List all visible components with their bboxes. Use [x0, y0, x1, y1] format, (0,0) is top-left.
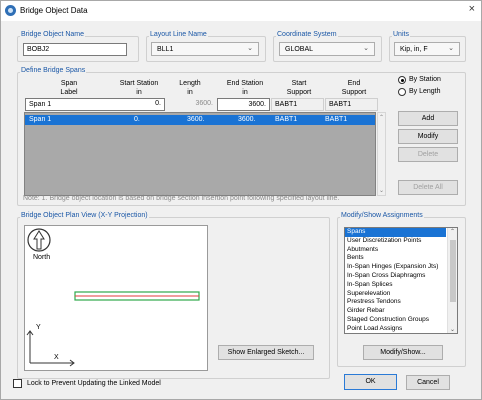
- chevron-down-icon: ⌄: [448, 45, 454, 52]
- list-item[interactable]: In-Span Cross Diaphragms: [345, 272, 457, 281]
- delete-all-button[interactable]: Delete All: [398, 180, 458, 195]
- coordinate-system-label: Coordinate System: [276, 31, 338, 38]
- add-button[interactable]: Add: [398, 111, 458, 126]
- bridge-object-name-input[interactable]: BOBJ2: [23, 43, 127, 56]
- list-item[interactable]: Superelevation: [345, 290, 457, 299]
- row-end-support: BABT1: [325, 116, 348, 123]
- chevron-down-icon: ⌄: [363, 45, 369, 52]
- start-support-select[interactable]: BABT1: [271, 98, 324, 111]
- by-station-label: By Station: [409, 76, 441, 83]
- start-station-input[interactable]: 0.: [111, 98, 164, 111]
- lock-checkbox[interactable]: [13, 379, 22, 388]
- list-item[interactable]: Bents: [345, 254, 457, 263]
- layout-line-name-label: Layout Line Name: [149, 31, 208, 38]
- chevron-down-icon: ⌄: [247, 45, 253, 52]
- modify-button[interactable]: Modify: [398, 129, 458, 144]
- assignments-label: Modify/Show Assignments: [340, 212, 424, 219]
- by-length-radio[interactable]: [398, 88, 406, 96]
- start-support-header: Start Support: [286, 80, 312, 96]
- assignments-scrollbar[interactable]: ⌃ ⌄: [447, 228, 457, 333]
- bridge-object-name-label: Bridge Object Name: [20, 31, 86, 38]
- by-length-label: By Length: [409, 88, 441, 95]
- list-item[interactable]: Prestress Tendons: [345, 298, 457, 307]
- north-label: North: [33, 254, 51, 261]
- define-bridge-spans-label: Define Bridge Spans: [20, 67, 87, 74]
- list-item[interactable]: User Discretization Points: [345, 237, 457, 246]
- ok-button[interactable]: OK: [344, 374, 397, 390]
- end-support-select[interactable]: BABT1: [325, 98, 378, 111]
- by-station-radio[interactable]: [398, 76, 406, 84]
- end-station-header: End Station in: [226, 80, 264, 96]
- list-item[interactable]: Girder Rebar: [345, 307, 457, 316]
- list-item[interactable]: Point Load Assigns: [345, 325, 457, 334]
- scroll-down-icon[interactable]: ⌄: [379, 187, 384, 194]
- app-icon: [5, 5, 16, 16]
- cancel-button[interactable]: Cancel: [406, 375, 450, 390]
- table-row[interactable]: Span 1 0. 3600. 3600. BABT1 BABT1: [25, 115, 375, 125]
- end-support-header: End Support: [341, 80, 367, 96]
- bridge-object-data-dialog: Bridge Object Data × Bridge Object Name …: [0, 0, 482, 400]
- row-start-station: 0.: [134, 116, 140, 123]
- north-arrow-icon: [27, 228, 51, 252]
- modify-show-button[interactable]: Modify/Show...: [363, 345, 443, 360]
- span-label-header: Span Label: [60, 80, 78, 96]
- axis-triad-icon: [26, 330, 75, 367]
- delete-button[interactable]: Delete: [398, 147, 458, 162]
- assignments-list[interactable]: Spans User Discretization Points Abutmen…: [344, 227, 458, 334]
- spans-list[interactable]: Span 1 0. 3600. 3600. BABT1 BABT1: [24, 112, 376, 196]
- start-station-header: Start Station in: [119, 80, 159, 96]
- length-header: Length in: [179, 80, 201, 96]
- end-station-input[interactable]: 3600.: [217, 98, 270, 111]
- list-item[interactable]: In-Span Splices: [345, 281, 457, 290]
- list-item[interactable]: In-Span Hinges (Expansion Jts): [345, 263, 457, 272]
- spans-list-scrollbar[interactable]: ⌃ ⌄: [377, 112, 386, 196]
- list-item[interactable]: Abutments: [345, 246, 457, 255]
- close-icon[interactable]: ×: [469, 3, 475, 15]
- list-item[interactable]: Spans: [345, 228, 446, 237]
- plan-view-sketch: North Y X: [24, 225, 208, 371]
- coordinate-system-select[interactable]: GLOBAL ⌄: [279, 42, 375, 56]
- scroll-thumb[interactable]: [450, 240, 456, 302]
- y-axis-label: Y: [36, 324, 41, 331]
- lock-label: Lock to Prevent Updating the Linked Mode…: [27, 380, 161, 387]
- scroll-up-icon[interactable]: ⌃: [379, 114, 384, 121]
- units-select[interactable]: Kip, in, F ⌄: [394, 42, 460, 56]
- scroll-down-icon[interactable]: ⌄: [450, 326, 455, 333]
- units-label: Units: [392, 31, 410, 38]
- row-start-support: BABT1: [275, 116, 298, 123]
- scroll-up-icon[interactable]: ⌃: [450, 228, 455, 235]
- title-bar: Bridge Object Data ×: [1, 1, 481, 21]
- list-item[interactable]: Staged Construction Groups: [345, 316, 457, 325]
- layout-line-name-select[interactable]: BLL1 ⌄: [151, 42, 259, 56]
- row-end-station: 3600.: [238, 116, 256, 123]
- layout-line-name-value: BLL1: [157, 46, 174, 53]
- show-enlarged-sketch-button[interactable]: Show Enlarged Sketch...: [218, 345, 314, 360]
- plan-view-drawing: [26, 228, 200, 367]
- coordinate-system-value: GLOBAL: [285, 46, 314, 53]
- plan-view-label: Bridge Object Plan View (X-Y Projection): [20, 212, 149, 219]
- length-input[interactable]: 3600.: [166, 98, 216, 111]
- row-length: 3600.: [187, 116, 205, 123]
- x-axis-label: X: [54, 354, 59, 361]
- spans-note: Note: 1. Bridge object location is based…: [23, 195, 340, 202]
- row-span-label: Span 1: [29, 116, 52, 123]
- units-value: Kip, in, F: [400, 46, 428, 53]
- window-title: Bridge Object Data: [20, 6, 88, 15]
